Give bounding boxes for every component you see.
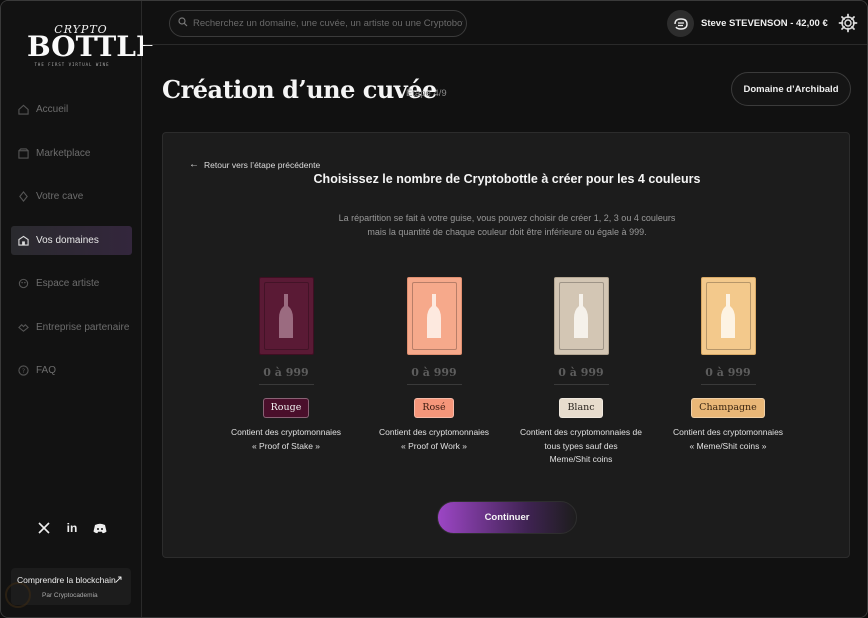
sidebar-nav: Accueil Marketplace Votre cave Vos domai… <box>11 95 132 400</box>
faq-icon: ? <box>17 365 29 377</box>
cellar-icon <box>17 191 29 203</box>
arrow-left-icon: ← <box>189 159 199 170</box>
search-icon <box>178 17 188 30</box>
caption-line: Contient des cryptomonnaies <box>230 427 342 437</box>
caption-line: « Proof of Work » <box>401 440 467 451</box>
back-link[interactable]: ← Retour vers l’étape précédente <box>189 159 320 170</box>
search-box[interactable] <box>169 10 467 37</box>
learn-subtitle: Par Cryptocademia <box>42 592 98 599</box>
color-option-rouge: 0 à 999 Rouge Contient des cryptomonnaie… <box>221 277 351 453</box>
color-label-button[interactable]: Blanc <box>559 398 603 418</box>
sidebar-item-label: Vos domaines <box>36 234 99 246</box>
color-options: 0 à 999 Rouge Contient des cryptomonnaie… <box>221 277 801 477</box>
description-line: La répartition se fait à votre guise, vo… <box>338 213 676 223</box>
sidebar-item-label: Espace artiste <box>36 278 100 289</box>
range-underline <box>553 384 609 385</box>
color-option-rose: 0 à 999 Rosé Contient des cryptomonnaies… <box>369 277 499 453</box>
sidebar: CRYPTO BOTTLE THE FIRST VIRTUAL WINE Acc… <box>1 1 158 617</box>
sidebar-item-domaines[interactable]: Vos domaines <box>11 225 132 255</box>
card-frame <box>411 282 457 350</box>
bottle-card[interactable] <box>406 277 462 355</box>
cryptobottle-logo[interactable]: CRYPTO BOTTLE THE FIRST VIRTUAL WINE <box>27 23 158 67</box>
sidebar-item-cave[interactable]: Votre cave <box>11 182 132 211</box>
quantity-range[interactable]: 0 à 999 <box>516 366 646 379</box>
bottle-card[interactable] <box>700 277 756 355</box>
card-frame <box>558 282 604 350</box>
partner-icon <box>17 321 29 333</box>
artist-icon <box>17 278 29 290</box>
learn-title: Comprendre la blockchain <box>17 575 116 585</box>
logo-tagline: THE FIRST VIRTUAL WINE <box>34 62 110 67</box>
quantity-range[interactable]: 0 à 999 <box>663 366 793 379</box>
caption-line: Contient des cryptomonnaies <box>672 427 784 437</box>
description-line: mais la quantité de chaque couleur doit … <box>367 227 647 237</box>
sidebar-item-entreprise[interactable]: Entreprise partenaire <box>11 313 132 342</box>
user-menu[interactable]: Steve STEVENSON - 42,00 € <box>667 10 828 37</box>
card-frame <box>263 282 309 350</box>
search-input[interactable] <box>193 18 463 29</box>
x-icon[interactable] <box>37 521 51 535</box>
caption-line: « Meme/Shit coins » <box>689 440 767 451</box>
color-label-button[interactable]: Champagne <box>691 398 765 418</box>
app-window: CRYPTO BOTTLE THE FIRST VIRTUAL WINE Acc… <box>0 0 868 618</box>
color-caption: Contient des cryptomonnaies de tous type… <box>516 426 646 467</box>
main-content: Création d’une cuvée Étape 4/9 Domaine d… <box>143 46 867 617</box>
sidebar-item-label: Entreprise partenaire <box>36 321 130 333</box>
color-caption: Contient des cryptomonnaies « Meme/Shit … <box>663 426 793 453</box>
color-label-button[interactable]: Rouge <box>262 398 310 418</box>
card-frame <box>705 282 751 350</box>
page-title: Création d’une cuvée <box>162 75 437 104</box>
external-arrow-icon: ↗ <box>113 574 123 586</box>
sidebar-item-label: Marketplace <box>36 147 91 159</box>
domain-icon <box>17 234 29 246</box>
sidebar-item-label: Accueil <box>36 104 69 115</box>
range-underline <box>406 384 462 385</box>
quantity-range[interactable]: 0 à 999 <box>369 366 499 379</box>
sidebar-item-marketplace[interactable]: Marketplace <box>11 139 132 168</box>
back-label: Retour vers l’étape précédente <box>204 159 321 170</box>
discord-icon[interactable] <box>93 521 107 535</box>
sidebar-item-faq[interactable]: ? FAQ <box>11 356 132 385</box>
color-option-champagne: 0 à 999 Champagne Contient des cryptomon… <box>663 277 793 453</box>
caption-line: Contient des cryptomonnaies <box>378 427 490 437</box>
home-icon <box>17 104 29 116</box>
logo-main: BOTTLE <box>27 30 158 63</box>
step-indicator: Étape 4/9 <box>406 88 447 99</box>
color-label-button[interactable]: Rosé <box>414 398 454 418</box>
step-headline: Choisissez le nombre de Cryptobottle à c… <box>313 172 701 186</box>
sidebar-item-label: FAQ <box>36 365 57 376</box>
sidebar-item-label: Votre cave <box>36 191 84 202</box>
range-underline <box>258 384 314 385</box>
gear-icon[interactable] <box>838 13 858 33</box>
caption-line: Meme/Shit coins <box>549 454 613 464</box>
creation-card: ← Retour vers l’étape précédente Choisis… <box>162 132 850 558</box>
top-bar: Steve STEVENSON - 42,00 € <box>143 1 867 45</box>
sidebar-item-artiste[interactable]: Espace artiste <box>11 269 132 298</box>
color-option-blanc: 0 à 999 Blanc Contient des cryptomonnaie… <box>516 277 646 467</box>
social-links: in <box>37 521 107 535</box>
user-name-balance: Steve STEVENSON - 42,00 € <box>701 18 828 29</box>
domain-button[interactable]: Domaine d’Archibald <box>731 72 851 106</box>
sidebar-item-accueil[interactable]: Accueil <box>11 95 132 124</box>
range-underline <box>700 384 756 385</box>
step-description: La répartition se fait à votre guise, vo… <box>163 211 851 239</box>
continue-button[interactable]: Continuer <box>437 501 577 534</box>
caption-line: tous types sauf des <box>544 440 618 451</box>
avatar <box>667 10 694 37</box>
linkedin-icon[interactable]: in <box>65 521 79 535</box>
svg-text:?: ? <box>21 367 24 375</box>
quantity-range[interactable]: 0 à 999 <box>221 366 351 379</box>
cryptocademia-logo <box>5 582 31 608</box>
color-caption: Contient des cryptomonnaies « Proof of S… <box>221 426 351 453</box>
learn-blockchain-link[interactable]: Comprendre la blockchain Par Cryptocadem… <box>5 568 131 608</box>
caption-line: Contient des cryptomonnaies de <box>520 427 642 437</box>
caption-line: « Proof of Stake » <box>251 440 321 451</box>
color-caption: Contient des cryptomonnaies « Proof of W… <box>369 426 499 453</box>
marketplace-icon <box>17 147 29 159</box>
bottle-card[interactable] <box>258 277 314 355</box>
bottle-card[interactable] <box>553 277 609 355</box>
